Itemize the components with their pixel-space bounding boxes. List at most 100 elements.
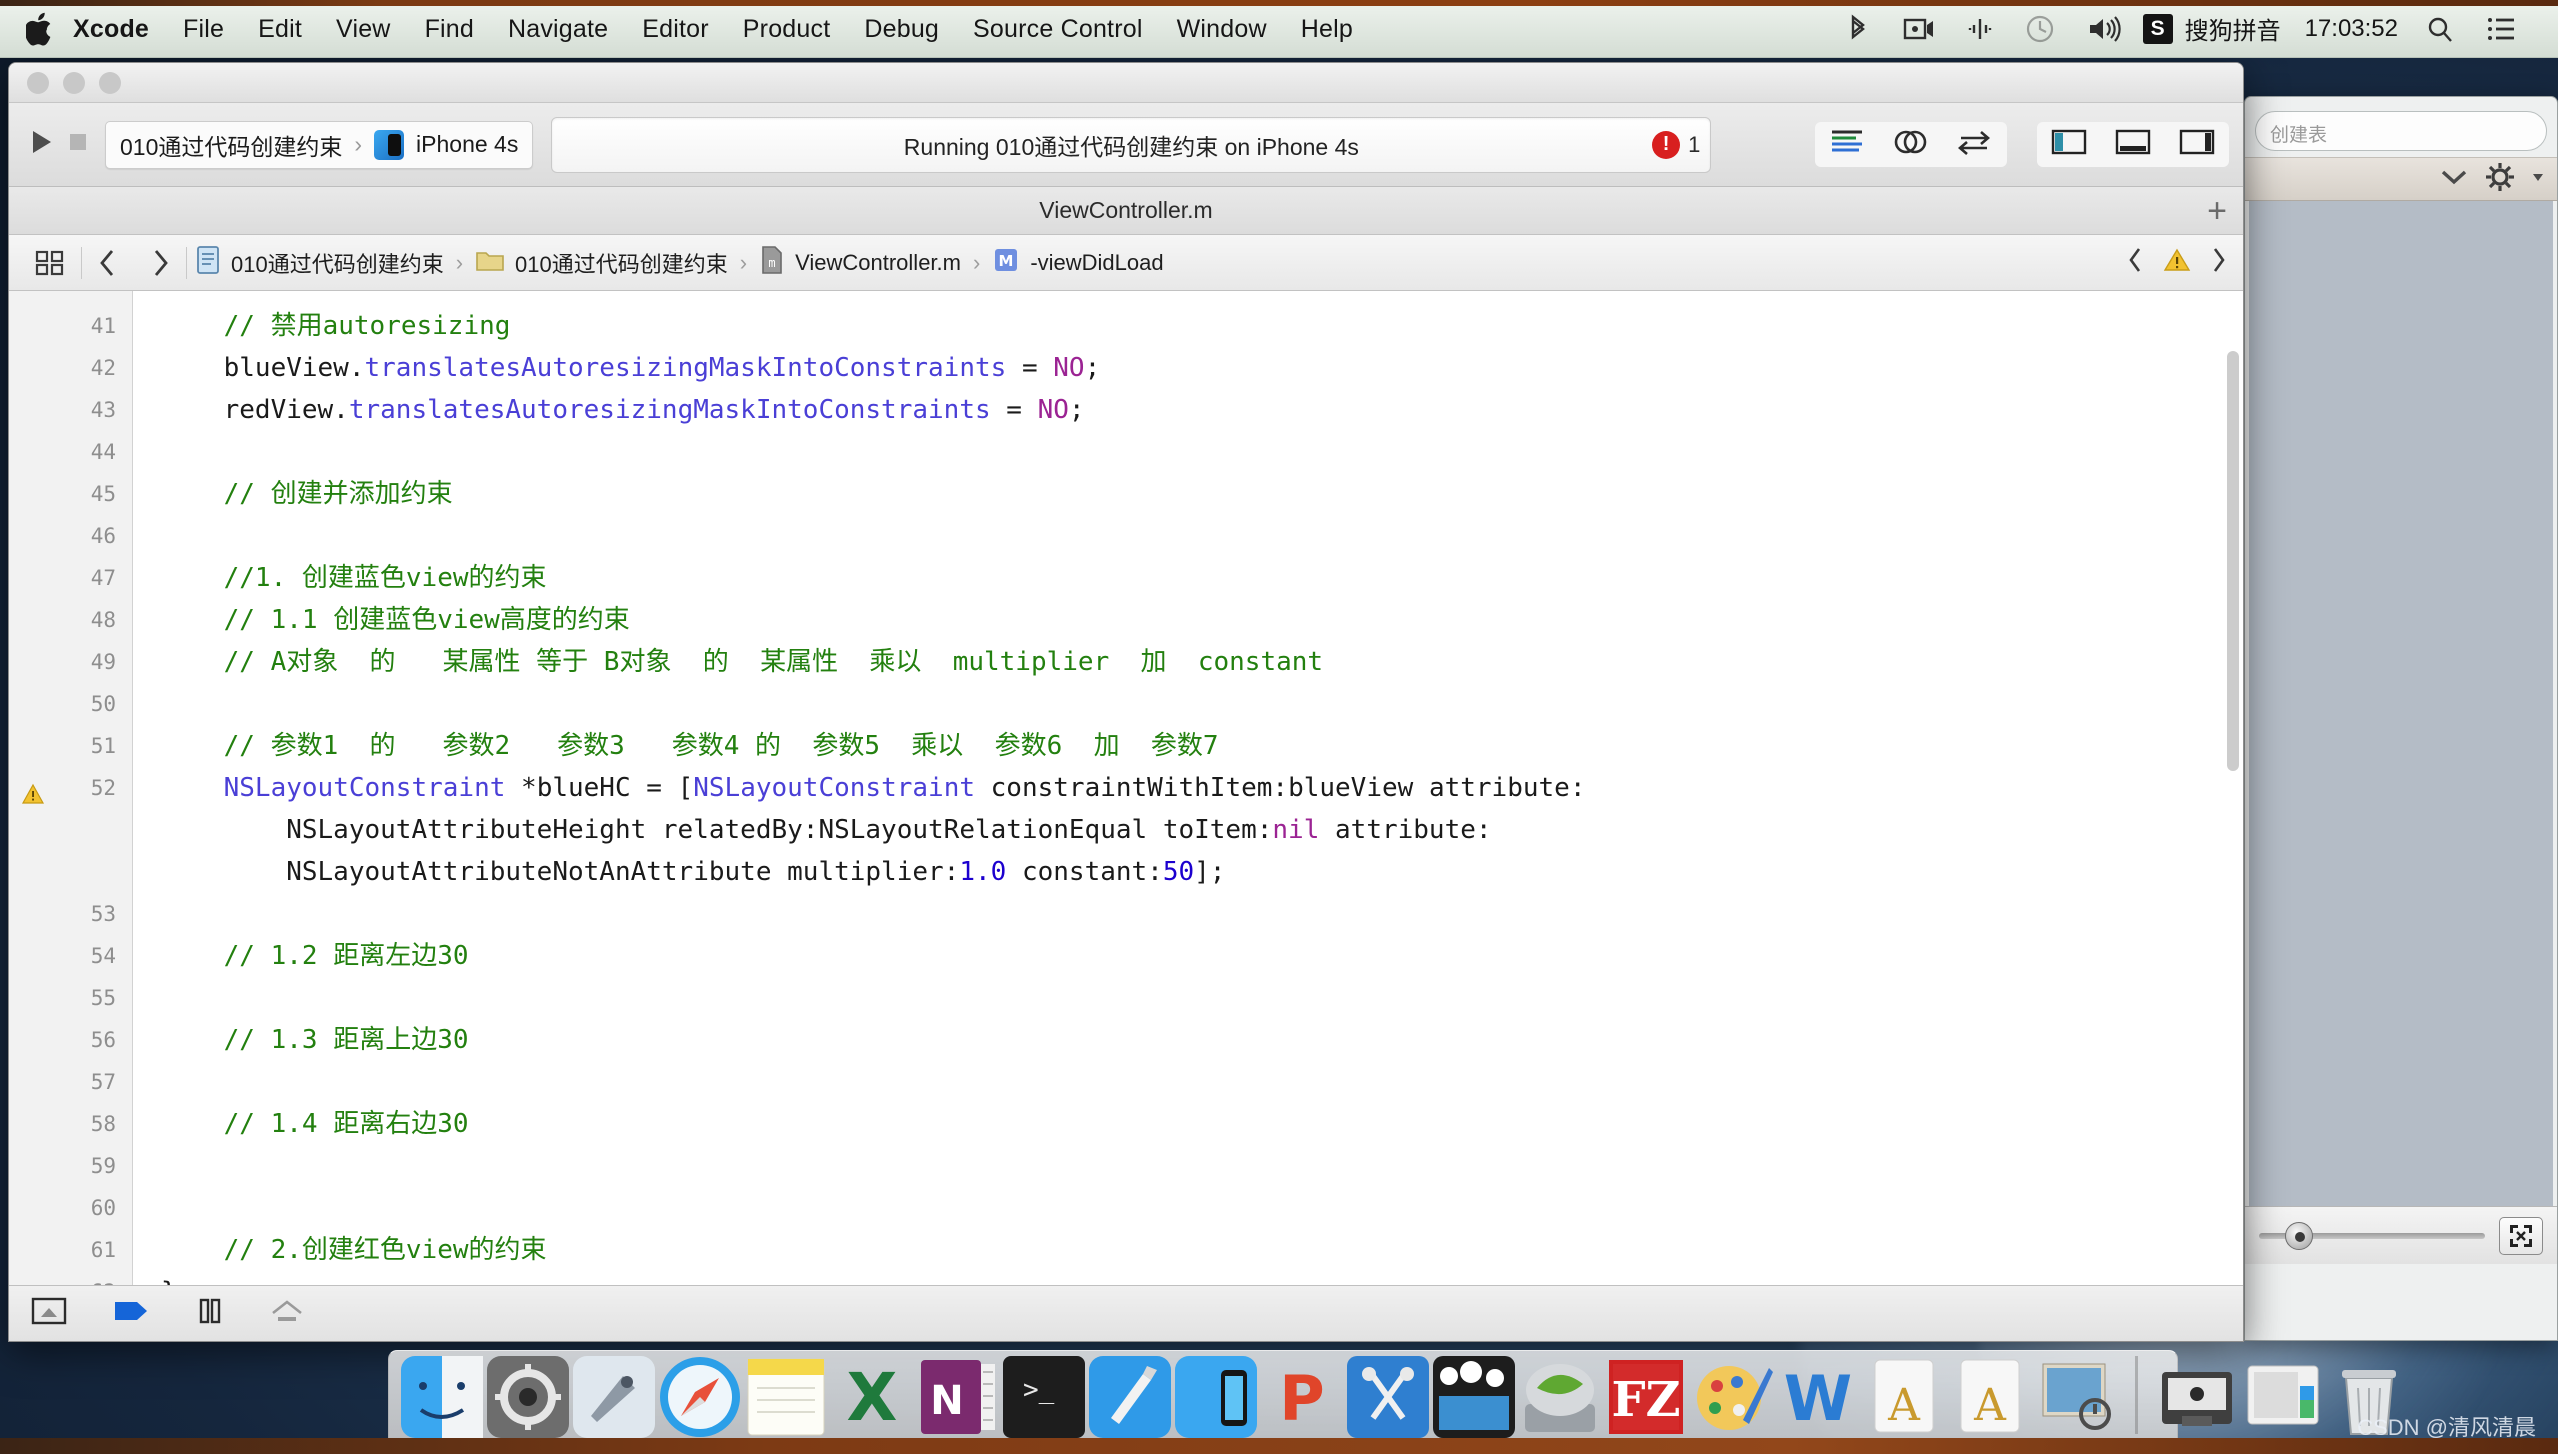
menu-item-window[interactable]: Window <box>1160 0 1284 58</box>
code-content[interactable]: // 禁用autoresizing blueView.translatesAut… <box>133 291 2243 1285</box>
chevron-down-icon[interactable] <box>2439 168 2469 191</box>
zoom-slider[interactable] <box>2259 1221 2485 1250</box>
menu-item-editor[interactable]: Editor <box>625 0 726 58</box>
code-line[interactable]: // A对象 的 某属性 等于 B对象 的 某属性 乘以 multiplier … <box>161 641 2243 683</box>
source-editor[interactable]: 41 42 43 44 45 46 47 48 49 50 51 52 53 54 55 56 57 58 59 60… <box>9 291 2243 1285</box>
code-line[interactable]: // 1.4 距离右边30 <box>161 1103 2243 1145</box>
scheme-selector[interactable]: 010通过代码创建约束 › iPhone 4s <box>105 120 534 169</box>
version-editor-icon[interactable] <box>1955 129 1993 160</box>
code-line[interactable]: // 1.2 距离左边30 <box>161 935 2243 977</box>
code-line[interactable] <box>161 893 2243 935</box>
input-method-label[interactable]: 搜狗拼音 <box>2185 11 2281 46</box>
word-icon[interactable]: W <box>1777 1356 1859 1438</box>
toggle-navigator-icon[interactable] <box>2051 128 2087 161</box>
code-line[interactable]: NSLayoutAttributeNotAnAttribute multipli… <box>161 851 2243 893</box>
menu-item-help[interactable]: Help <box>1284 0 1370 58</box>
editor-tab-title[interactable]: ViewController.m <box>1039 197 1212 224</box>
code-line[interactable]: // 创建并添加约束 <box>161 473 2243 515</box>
zoom-button[interactable] <box>99 71 121 94</box>
pause-icon[interactable] <box>195 1296 225 1331</box>
code-line[interactable] <box>161 515 2243 557</box>
code-line[interactable]: // 2.创建红色view的约束 <box>161 1229 2243 1271</box>
close-button[interactable] <box>27 71 49 94</box>
code-line[interactable]: // 1.3 距离上边30 <box>161 1019 2243 1061</box>
toggle-debug-area-icon[interactable] <box>31 1296 67 1331</box>
paint-icon[interactable] <box>1691 1356 1773 1438</box>
editor-vertical-scrollbar[interactable] <box>2227 351 2239 771</box>
terminal-icon[interactable]: >_ <box>1003 1356 1085 1438</box>
excel-icon[interactable]: X <box>831 1356 913 1438</box>
imovie-icon[interactable] <box>1433 1356 1515 1449</box>
simulator-icon[interactable] <box>1175 1356 1257 1449</box>
issue-badge-group[interactable]: ! 1 <box>1652 130 1700 159</box>
stop-square-icon[interactable] <box>63 127 93 162</box>
input-method-badge[interactable]: S <box>2142 13 2173 44</box>
airplay-icon[interactable] <box>1967 15 1993 43</box>
menu-item-find[interactable]: Find <box>408 0 491 58</box>
menu-item-source-control[interactable]: Source Control <box>956 0 1160 58</box>
notification-center-icon[interactable] <box>2486 16 2516 42</box>
mamp-icon[interactable] <box>1519 1356 1601 1438</box>
appstore-b-icon[interactable]: A <box>1949 1356 2031 1449</box>
code-line[interactable]: //1. 创建蓝色view的约束 <box>161 557 2243 599</box>
continue-icon[interactable] <box>111 1296 151 1331</box>
code-line[interactable]: // 参数1 的 参数2 参数3 参数4 的 参数5 乘以 参数6 加 参数7 <box>161 725 2243 767</box>
code-line[interactable]: blueView.translatesAutoresizingMaskIntoC… <box>161 347 2243 389</box>
menu-item-view[interactable]: View <box>319 0 408 58</box>
toggle-debug-area-icon[interactable] <box>2115 128 2151 161</box>
filezilla-icon[interactable]: FZ <box>1605 1356 1687 1438</box>
menu-item-debug[interactable]: Debug <box>847 0 956 58</box>
related-files-icon[interactable] <box>19 249 81 277</box>
volume-icon[interactable] <box>2087 15 2121 43</box>
activity-status-bar[interactable]: Running 010通过代码创建约束 on iPhone 4s ! 1 <box>551 116 1712 173</box>
system-preferences-icon[interactable] <box>487 1356 569 1438</box>
onenote-icon[interactable]: N <box>917 1356 999 1438</box>
code-line[interactable]: } <box>161 1271 2243 1285</box>
chevron-left-icon[interactable] <box>2127 246 2145 279</box>
apple-logo-icon[interactable] <box>26 12 56 46</box>
code-line[interactable]: NSLayoutConstraint *blueHC = [NSLayoutCo… <box>161 767 2243 809</box>
notes-icon[interactable] <box>745 1356 827 1438</box>
xcode-window[interactable]: 010通过代码创建约束 › iPhone 4s Running 010通过代码创… <box>8 62 2244 1342</box>
breadcrumb-item-file[interactable]: m ViewController.m <box>751 245 969 280</box>
toggle-utilities-icon[interactable] <box>2179 128 2215 161</box>
dropdown-caret-icon[interactable] <box>2531 170 2545 189</box>
warning-triangle-icon[interactable] <box>2163 247 2191 278</box>
documents-stack-icon[interactable] <box>2242 1356 2324 1438</box>
background-window-search-input[interactable]: 创建表 <box>2255 111 2547 151</box>
zoom-slider-knob[interactable] <box>2285 1221 2313 1250</box>
standard-editor-icon[interactable] <box>1829 128 1865 161</box>
minimize-button[interactable] <box>63 71 85 94</box>
screen-record-icon[interactable] <box>1903 16 1935 42</box>
code-line[interactable] <box>161 1061 2243 1103</box>
gear-icon[interactable] <box>2485 162 2515 197</box>
chevron-right-icon[interactable] <box>134 248 186 278</box>
assistant-editor-icon[interactable] <box>1893 128 1927 161</box>
code-line[interactable] <box>161 1187 2243 1229</box>
menu-item-xcode[interactable]: Xcode <box>56 0 166 58</box>
chevron-left-icon[interactable] <box>82 248 134 278</box>
run-play-icon[interactable] <box>23 125 57 164</box>
sketch-icon[interactable] <box>1347 1356 1429 1438</box>
code-line[interactable] <box>161 977 2243 1019</box>
code-line[interactable] <box>161 431 2243 473</box>
menu-item-file[interactable]: File <box>166 0 241 58</box>
step-over-icon[interactable] <box>269 1297 305 1330</box>
breadcrumb-item-folder[interactable]: 010通过代码创建约束 <box>467 247 736 279</box>
breadcrumb-item-method[interactable]: M -viewDidLoad <box>984 246 1171 279</box>
safari-icon[interactable] <box>659 1356 741 1438</box>
launchpad-icon[interactable] <box>573 1356 655 1438</box>
plus-icon[interactable]: + <box>2207 194 2227 228</box>
menu-item-navigate[interactable]: Navigate <box>491 0 625 58</box>
timemachine-icon[interactable] <box>2025 14 2055 44</box>
menu-item-edit[interactable]: Edit <box>241 0 319 58</box>
menu-item-product[interactable]: Product <box>726 0 848 58</box>
spotlight-search-icon[interactable] <box>2426 15 2454 43</box>
preview-icon[interactable]: P <box>1261 1356 1343 1449</box>
code-line[interactable]: // 1.1 创建蓝色view高度的约束 <box>161 599 2243 641</box>
finder-icon[interactable] <box>401 1356 483 1449</box>
code-line[interactable]: redView.translatesAutoresizingMaskIntoCo… <box>161 389 2243 431</box>
chevron-right-icon[interactable] <box>2209 246 2227 279</box>
bluetooth-icon[interactable] <box>1845 13 1871 45</box>
background-window[interactable]: 创建表 <box>2244 96 2558 1341</box>
